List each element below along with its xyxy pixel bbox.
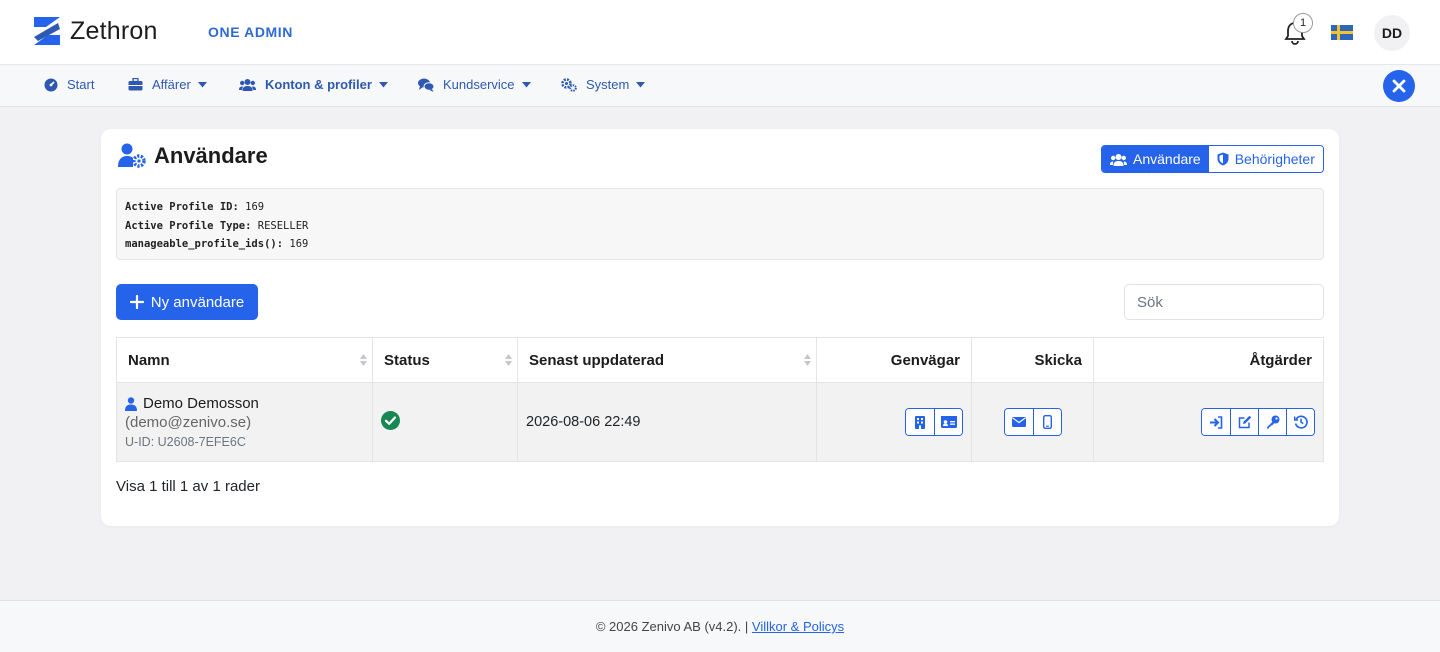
admin-title: ONE ADMIN [208, 24, 293, 40]
debug-info: Active Profile ID: 169 Active Profile Ty… [116, 188, 1324, 260]
main-nav: Start Affärer Konton & profiler Kundserv… [0, 65, 1440, 107]
building-icon [915, 415, 925, 429]
brand-name: Zethron [70, 16, 158, 45]
sort-icon [505, 354, 512, 366]
new-user-button[interactable]: Ny användare [116, 284, 258, 320]
edit-button[interactable] [1230, 409, 1258, 435]
chevron-down-icon [636, 81, 646, 87]
cell-name: Demo Demosson (demo@zenivo.se) U-ID: U26… [116, 382, 373, 462]
building-button[interactable] [906, 409, 934, 435]
sort-icon [804, 354, 811, 366]
brand-logo[interactable]: Zethron [32, 15, 158, 47]
copyright-text: © 2026 Zenivo AB (v4.2). | [595, 619, 752, 634]
terms-link[interactable]: Villkor & Policys [752, 619, 844, 634]
nav-label: System [586, 77, 630, 92]
chevron-down-icon [378, 81, 388, 87]
cell-send [971, 382, 1094, 462]
cell-updated: 2026-08-06 22:49 [517, 382, 817, 462]
users-card: Användare Användare Behörigheter Active … [101, 129, 1339, 526]
notification-badge: 1 [1293, 13, 1313, 33]
table-row: Demo Demosson (demo@zenivo.se) U-ID: U26… [116, 382, 1324, 462]
search-input[interactable] [1124, 284, 1324, 320]
pagination-summary: Visa 1 till 1 av 1 rader [116, 478, 260, 495]
sweden-flag-icon[interactable] [1331, 25, 1353, 40]
close-button[interactable] [1383, 70, 1415, 102]
users-icon [1110, 153, 1127, 166]
users-icon [239, 79, 256, 91]
briefcase-icon [128, 78, 143, 91]
send-sms-button[interactable] [1032, 409, 1061, 435]
debug-line: manageable_profile_ids(): 169 [125, 238, 309, 250]
column-header-genvagar: Genvägar [816, 337, 972, 383]
history-icon [1293, 415, 1308, 429]
user-name: Demo Demosson [143, 395, 259, 412]
tab-behorigheter[interactable]: Behörigheter [1208, 146, 1323, 172]
tab-label: Användare [1133, 151, 1201, 167]
column-header-atgarder: Åtgärder [1093, 337, 1324, 383]
mobile-icon [1042, 415, 1052, 429]
avatar[interactable]: DD [1374, 15, 1410, 51]
shield-icon [1217, 152, 1229, 166]
dashboard-icon [44, 78, 58, 91]
sort-icon [360, 354, 367, 366]
nav-label: Kundservice [443, 77, 515, 92]
plus-icon [129, 295, 144, 309]
users-table: Namn Status Senast uppdaterad Genvägar S… [116, 337, 1324, 462]
tab-anvandare[interactable]: Användare [1102, 146, 1209, 172]
close-icon [1392, 79, 1406, 93]
new-user-label: Ny användare [150, 293, 245, 311]
impersonate-button[interactable] [1202, 409, 1230, 435]
page-title-text: Användare [154, 143, 268, 168]
user-icon [125, 396, 137, 411]
chevron-down-icon [521, 81, 531, 87]
top-header: Zethron ONE ADMIN 1 DD [0, 0, 1440, 65]
login-icon [1210, 415, 1223, 429]
nav-label: Konton & profiler [265, 77, 372, 92]
user-id: U-ID: U2608-7EFE6C [125, 435, 246, 449]
envelope-icon [1011, 417, 1026, 427]
nav-item-affarer[interactable]: Affärer [128, 77, 207, 92]
site-footer: © 2026 Zenivo AB (v4.2). | Villkor & Pol… [0, 600, 1440, 652]
cell-actions [1093, 382, 1324, 462]
user-gear-icon [118, 143, 146, 168]
nav-label: Affärer [152, 77, 191, 92]
edit-icon [1238, 415, 1251, 429]
column-header-status[interactable]: Status [372, 337, 518, 383]
nav-item-start[interactable]: Start [44, 77, 94, 92]
cell-shortcuts [816, 382, 972, 462]
password-button[interactable] [1258, 409, 1286, 435]
column-header-senast-uppdaterad[interactable]: Senast uppdaterad [517, 337, 817, 383]
page-tabs: Användare Behörigheter [1101, 145, 1324, 173]
key-icon [1266, 415, 1279, 429]
history-button[interactable] [1286, 409, 1314, 435]
page-title: Användare [118, 143, 268, 169]
nav-item-system[interactable]: System [561, 77, 646, 92]
send-email-button[interactable] [1004, 409, 1033, 435]
debug-line: Active Profile Type: RESELLER [125, 219, 309, 232]
nav-item-kundservice[interactable]: Kundservice [418, 77, 531, 92]
chevron-down-icon [197, 81, 207, 87]
check-circle-icon [381, 411, 400, 430]
id-card-button[interactable] [934, 409, 962, 435]
zethron-logo-icon [34, 17, 60, 45]
nav-label: Start [67, 77, 95, 92]
chat-icon [418, 78, 434, 92]
column-header-namn[interactable]: Namn [116, 337, 373, 383]
column-header-skicka: Skicka [971, 337, 1094, 383]
tab-label: Behörigheter [1234, 151, 1315, 167]
user-email: (demo@zenivo.se) [125, 414, 252, 431]
nav-item-konton-profiler[interactable]: Konton & profiler [239, 77, 388, 92]
cell-status [372, 382, 518, 462]
gears-icon [561, 77, 577, 92]
debug-line: Active Profile ID: 169 [125, 201, 265, 213]
id-card-icon [940, 416, 957, 428]
